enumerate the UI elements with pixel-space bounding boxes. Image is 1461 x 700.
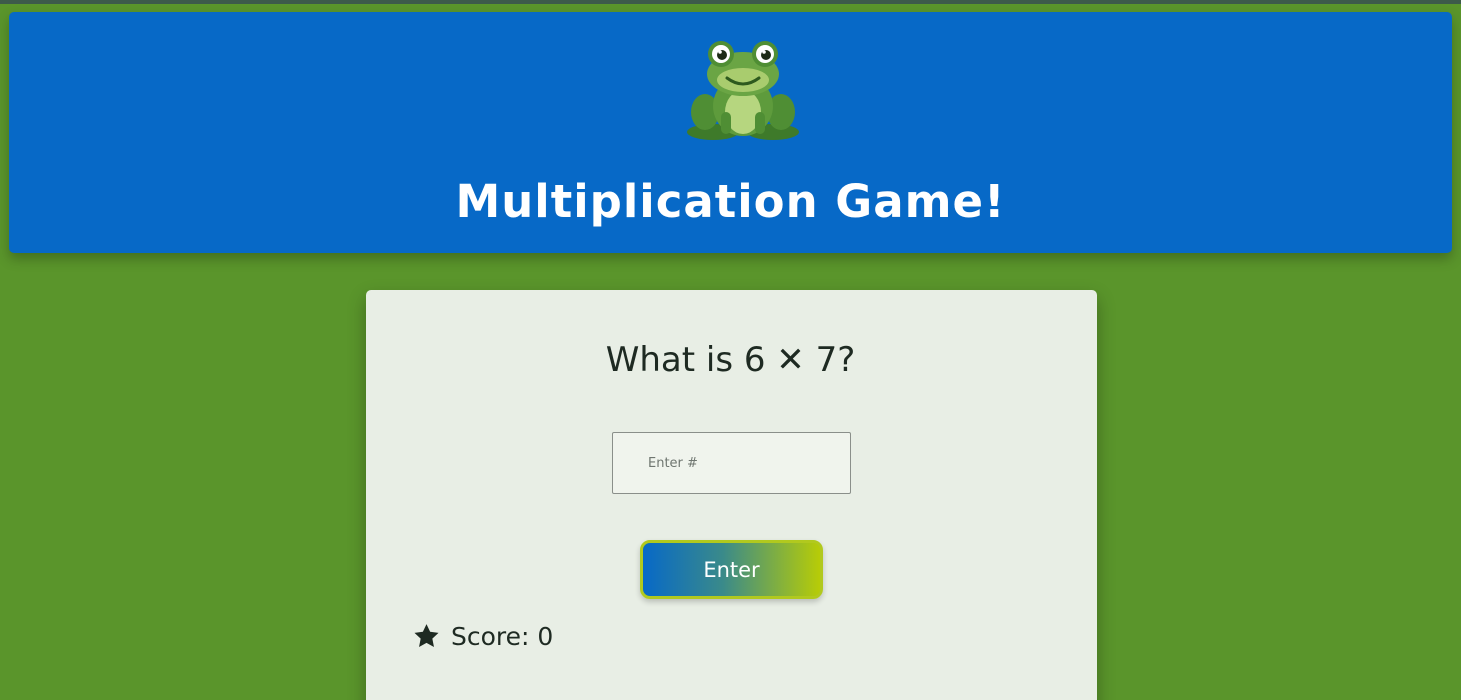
top-edge-strip — [0, 0, 1461, 4]
frog-icon — [687, 41, 799, 140]
star-icon — [414, 624, 439, 647]
answer-input[interactable] — [612, 432, 851, 494]
score-display: Score: 0 — [412, 618, 553, 654]
page-title: Multiplication Game! — [455, 175, 1006, 228]
enter-button[interactable]: Enter — [640, 540, 823, 599]
question-text: What is 6 ✕ 7? — [605, 340, 856, 380]
score-text: Score: 0 — [451, 621, 554, 651]
